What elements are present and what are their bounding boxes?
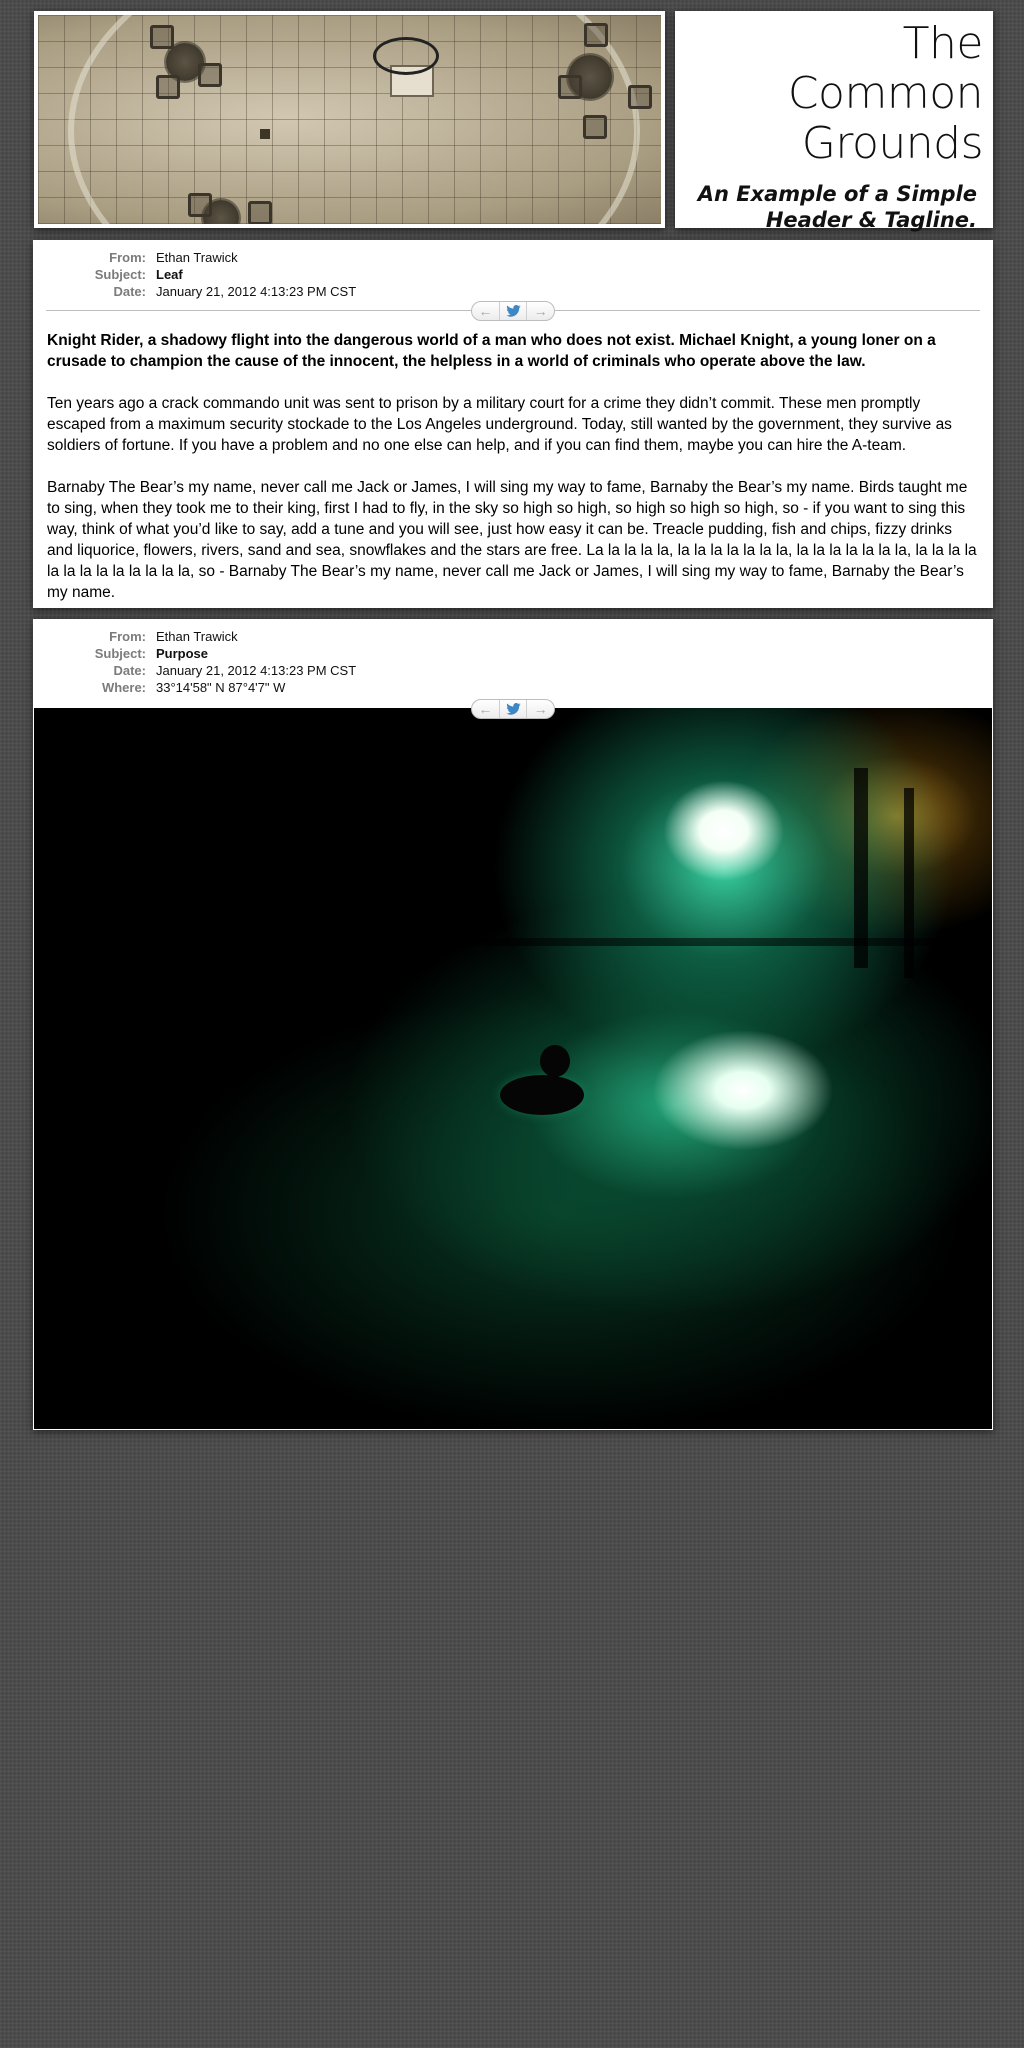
meta-value-subject[interactable]: Purpose bbox=[146, 645, 208, 662]
meta-label-subject: Subject: bbox=[94, 267, 146, 282]
patio-chair bbox=[150, 25, 174, 49]
duck-body bbox=[500, 1075, 584, 1115]
site-title[interactable]: The Common Grounds bbox=[675, 18, 984, 169]
meta-label-date: Date: bbox=[113, 663, 146, 678]
patio-chair bbox=[558, 75, 582, 99]
meta-label-where: Where: bbox=[101, 680, 146, 695]
post-photo-night-pond[interactable] bbox=[34, 708, 992, 1429]
patio-chair bbox=[156, 75, 180, 99]
tree-trunk bbox=[904, 788, 914, 978]
arrow-right-icon: → bbox=[533, 303, 548, 319]
twitter-bird-icon bbox=[505, 703, 521, 715]
tagline-line: Header & Tagline. bbox=[765, 208, 977, 232]
meta-row-from: From: Ethan Trawick bbox=[33, 249, 356, 266]
twitter-bird-icon bbox=[505, 305, 521, 317]
site-title-line: Common bbox=[787, 68, 984, 119]
meta-value-date: January 21, 2012 4:13:23 PM CST bbox=[156, 284, 357, 299]
planter-ring bbox=[373, 37, 439, 75]
post-lead-paragraph: Knight Rider, a shadowy flight into the … bbox=[47, 332, 936, 370]
meta-row-subject: Subject: Leaf bbox=[33, 266, 356, 283]
tree-trunk bbox=[434, 808, 440, 938]
patio-chair bbox=[628, 85, 652, 109]
site-title-line: Grounds bbox=[801, 118, 984, 169]
post-meta: From: Ethan Trawick Subject: Leaf Date: … bbox=[33, 249, 356, 300]
site-header-title-box: The Common Grounds An Example of a Simpl… bbox=[675, 11, 993, 232]
post-paragraph: Barnaby The Bear’s my name, never call m… bbox=[47, 479, 977, 601]
post-card: From: Ethan Trawick Subject: Purpose Dat… bbox=[33, 619, 993, 1430]
meta-row-date: Date: January 21, 2012 4:13:23 PM CST bbox=[33, 283, 356, 300]
patio-chair bbox=[248, 201, 272, 224]
post-nav-pill: ← → bbox=[471, 301, 555, 321]
post-card: From: Ethan Trawick Subject: Leaf Date: … bbox=[33, 240, 993, 608]
meta-label-subject: Subject: bbox=[94, 646, 146, 661]
meta-value-where: 33°14'58" N 87°4'7" W bbox=[156, 680, 286, 695]
post-meta: From: Ethan Trawick Subject: Purpose Dat… bbox=[33, 628, 356, 696]
post-nav-pill: ← → bbox=[471, 699, 555, 719]
prev-post-button[interactable]: ← bbox=[472, 700, 499, 718]
meta-value-date: January 21, 2012 4:13:23 PM CST bbox=[156, 663, 357, 678]
arrow-left-icon: ← bbox=[478, 303, 493, 319]
duck-silhouette bbox=[500, 1045, 584, 1115]
arrow-left-icon: ← bbox=[478, 701, 493, 717]
tweet-button[interactable] bbox=[498, 700, 527, 718]
site-tagline: An Example of a Simple Header & Tagline. bbox=[675, 181, 977, 233]
fence-rail bbox=[384, 938, 984, 946]
post-paragraph: Ten years ago a crack commando unit was … bbox=[47, 395, 952, 454]
meta-label-from: From: bbox=[109, 250, 146, 265]
patio-chair bbox=[198, 63, 222, 87]
header-photo-frame bbox=[34, 11, 665, 228]
meta-row-date: Date: January 21, 2012 4:13:23 PM CST bbox=[33, 662, 356, 679]
site-title-line: The bbox=[902, 18, 984, 69]
meta-label-date: Date: bbox=[113, 284, 146, 299]
patio-chair bbox=[583, 115, 607, 139]
meta-row-from: From: Ethan Trawick bbox=[33, 628, 356, 645]
floor-drain bbox=[260, 129, 270, 139]
header-patio-photo bbox=[38, 15, 661, 224]
duck-head bbox=[540, 1045, 570, 1077]
meta-value-from: Ethan Trawick bbox=[156, 629, 238, 644]
meta-row-subject: Subject: Purpose bbox=[33, 645, 356, 662]
meta-value-subject[interactable]: Leaf bbox=[146, 266, 183, 283]
post-body: Knight Rider, a shadowy flight into the … bbox=[47, 330, 979, 624]
meta-row-where: Where: 33°14'58" N 87°4'7" W bbox=[33, 679, 356, 696]
meta-value-from: Ethan Trawick bbox=[156, 250, 238, 265]
next-post-button[interactable]: → bbox=[526, 700, 554, 718]
meta-label-from: From: bbox=[109, 629, 146, 644]
arrow-right-icon: → bbox=[533, 701, 548, 717]
prev-post-button[interactable]: ← bbox=[472, 302, 499, 320]
next-post-button[interactable]: → bbox=[526, 302, 554, 320]
patio-chair bbox=[188, 193, 212, 217]
patio-chair bbox=[584, 23, 608, 47]
tagline-line: An Example of a Simple bbox=[697, 182, 977, 206]
tweet-button[interactable] bbox=[498, 302, 527, 320]
